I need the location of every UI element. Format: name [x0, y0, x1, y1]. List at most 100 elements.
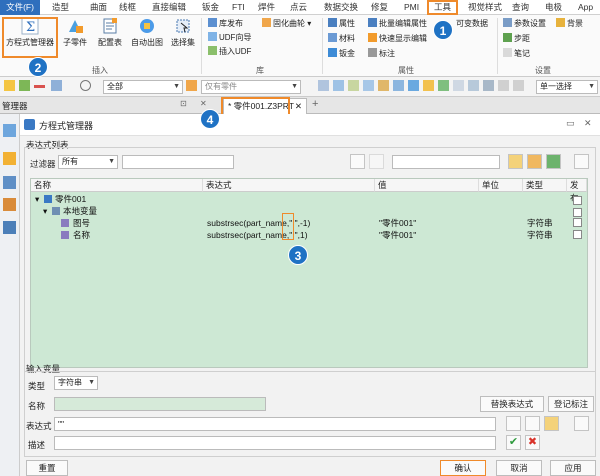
variable-data-button[interactable]: 可变数据	[456, 18, 488, 29]
tool-icon[interactable]	[348, 80, 359, 91]
save-folder-icon[interactable]	[527, 154, 542, 169]
circle-icon[interactable]	[80, 80, 91, 91]
pick-filter-icon[interactable]	[186, 80, 197, 91]
publish-checkbox[interactable]	[573, 196, 582, 205]
tool-icon[interactable]	[408, 80, 419, 91]
mold-contour-button[interactable]: 固化曲轮 ▾	[262, 18, 311, 29]
add-icon[interactable]	[19, 80, 30, 91]
expand-icon[interactable]: ▾	[43, 205, 47, 217]
calculator-icon[interactable]	[525, 416, 540, 431]
table-row[interactable]: ▾ 本地变量	[31, 205, 587, 217]
refresh-icon[interactable]	[574, 154, 589, 169]
menu-surface[interactable]: 曲面	[90, 1, 107, 13]
tool-icon[interactable]	[393, 80, 404, 91]
tool-icon[interactable]	[318, 80, 329, 91]
col-name-header[interactable]: 名称	[31, 179, 203, 192]
users-icon[interactable]	[3, 221, 16, 234]
select-icon[interactable]	[4, 80, 15, 91]
pin-icon[interactable]: ⊡	[180, 99, 187, 108]
menu-pmi[interactable]: PMI	[404, 1, 419, 13]
function-icon[interactable]	[506, 416, 521, 431]
table-row[interactable]: ▾ 零件001	[31, 193, 587, 205]
udf-wizard-button[interactable]: UDF向导	[208, 32, 251, 43]
property-button[interactable]: 属性	[328, 18, 355, 29]
expression-search-input[interactable]	[392, 155, 500, 169]
menu-repair[interactable]: 修复	[371, 1, 388, 13]
col-publish-header[interactable]: 发布	[567, 179, 587, 203]
col-type-header[interactable]: 类型	[523, 179, 567, 192]
menu-wireframe[interactable]: 线框	[119, 1, 136, 13]
menu-weld[interactable]: 焊件	[258, 1, 275, 13]
select-mode-combo[interactable]: 单一选择 ▼	[536, 80, 598, 94]
tool-icon[interactable]	[498, 80, 509, 91]
close-panel-icon[interactable]: ✕	[200, 99, 207, 108]
tool-icon[interactable]	[513, 80, 524, 91]
menu-query[interactable]: 查询	[512, 1, 529, 13]
tool-icon[interactable]	[378, 80, 389, 91]
fx-icon[interactable]	[574, 416, 589, 431]
step-distance-button[interactable]: 步距	[503, 33, 530, 44]
batch-edit-property-button[interactable]: 批量编辑属性	[368, 18, 427, 29]
cancel-button[interactable]: 取消	[496, 460, 542, 476]
tool-icon[interactable]	[333, 80, 344, 91]
subpart-button[interactable]: 子零件	[60, 17, 90, 57]
col-expr-header[interactable]: 表达式	[203, 179, 375, 192]
type-select[interactable]: 字符串 ▼	[54, 376, 98, 390]
tool-icon[interactable]	[438, 80, 449, 91]
description-input[interactable]	[54, 436, 496, 450]
menu-file[interactable]: 文件(F)	[0, 0, 40, 15]
close-icon[interactable]: ✕	[584, 118, 592, 129]
menu-shape[interactable]: 造型	[52, 1, 69, 13]
filter-combo[interactable]: 全部 ▼	[103, 80, 183, 94]
close-tab-icon[interactable]: ✕	[295, 99, 302, 113]
sheetmetal-prop-button[interactable]: 钣金	[328, 48, 355, 59]
filter-select[interactable]: 所有 ▼	[58, 155, 118, 169]
filter-icon[interactable]	[51, 80, 62, 91]
col-value-header[interactable]: 值	[375, 179, 479, 192]
link-icon[interactable]	[369, 154, 384, 169]
selection-hint-combo[interactable]: 仅有零件 ▼	[201, 80, 301, 94]
minimize-icon[interactable]: ▭	[566, 118, 575, 129]
tool-icon[interactable]	[423, 80, 434, 91]
notes-button[interactable]: 笔记	[503, 48, 530, 59]
menu-electrode[interactable]: 电极	[545, 1, 562, 13]
insert-udf-button[interactable]: 插入UDF	[208, 46, 251, 57]
history-icon[interactable]	[3, 124, 16, 137]
quick-display-edit-button[interactable]: 快速显示编辑	[368, 33, 427, 44]
publish-checkbox[interactable]	[573, 208, 582, 217]
cancel-x-icon[interactable]: ✖	[525, 435, 540, 450]
library-publish-button[interactable]: 库发布	[208, 18, 243, 29]
excel-import-icon[interactable]	[350, 154, 365, 169]
tool-icon[interactable]	[453, 80, 464, 91]
folder-icon[interactable]	[544, 416, 559, 431]
open-folder-icon[interactable]	[508, 154, 523, 169]
user-icon[interactable]	[3, 198, 16, 211]
remove-icon[interactable]	[34, 85, 45, 88]
param-settings-button[interactable]: 参数设置	[503, 18, 546, 29]
assembly-icon[interactable]	[3, 176, 16, 189]
tool-icon[interactable]	[468, 80, 479, 91]
menu-fti[interactable]: FTI	[232, 1, 245, 13]
new-tab-icon[interactable]: +	[312, 98, 318, 110]
apply-button[interactable]: 应用	[550, 460, 596, 476]
col-unit-header[interactable]: 单位	[479, 179, 523, 192]
tool-icon[interactable]	[363, 80, 374, 91]
table-row[interactable]: 图号 substrsec(part_name," ",-1) "零件001" 字…	[31, 217, 587, 229]
auto-drawing-button[interactable]: 自动出图	[128, 17, 166, 57]
selection-set-button[interactable]: 选择集	[168, 17, 198, 57]
material-button[interactable]: 材料	[328, 33, 355, 44]
filter-search-input[interactable]	[122, 155, 234, 169]
export-icon[interactable]	[546, 154, 561, 169]
publish-checkbox[interactable]	[573, 218, 582, 227]
table-row[interactable]: 名称 substrsec(part_name," ",1) "零件001" 字符…	[31, 229, 587, 241]
confirm-check-icon[interactable]: ✔	[506, 435, 521, 450]
config-table-button[interactable]: 配置表	[93, 17, 127, 57]
menu-direct-edit[interactable]: 直接编辑	[152, 1, 186, 13]
part-icon[interactable]	[3, 152, 16, 165]
publish-checkbox[interactable]	[573, 230, 582, 239]
register-annotation-button[interactable]: 登记标注	[548, 396, 594, 412]
expand-icon[interactable]: ▾	[35, 193, 39, 205]
menu-app[interactable]: App	[578, 1, 593, 13]
name-input[interactable]	[54, 397, 266, 411]
menu-sheetmetal[interactable]: 钣金	[202, 1, 219, 13]
